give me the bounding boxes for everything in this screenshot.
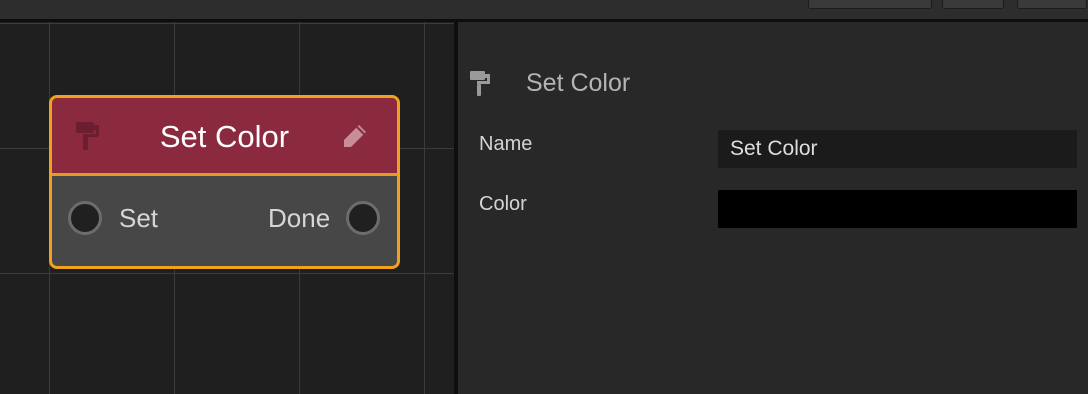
input-port-set[interactable]	[68, 201, 102, 235]
name-field[interactable]	[718, 130, 1077, 168]
output-port-label: Done	[268, 203, 331, 233]
color-swatch[interactable]	[718, 190, 1077, 228]
inspector-panel: Set Color Name Color	[458, 22, 1088, 394]
toolbar-button[interactable]	[1017, 0, 1087, 9]
toolbar-button[interactable]	[942, 0, 1004, 9]
paint-roller-icon	[470, 70, 492, 102]
inspector-title: Set Color	[526, 69, 631, 97]
pencil-icon[interactable]	[342, 123, 368, 154]
toolbar-button[interactable]	[808, 0, 932, 9]
name-label: Name	[479, 133, 533, 155]
toolbar	[0, 0, 1088, 22]
output-port-done[interactable]	[346, 201, 380, 235]
app-window: Set Color Set Done Set Color Name Set Co…	[0, 0, 1088, 394]
input-port-label: Set	[119, 203, 159, 233]
color-label: Color	[479, 193, 527, 215]
set-color-node[interactable]: Set Color Set Done	[49, 95, 400, 269]
node-header[interactable]: Set Color	[52, 98, 397, 176]
